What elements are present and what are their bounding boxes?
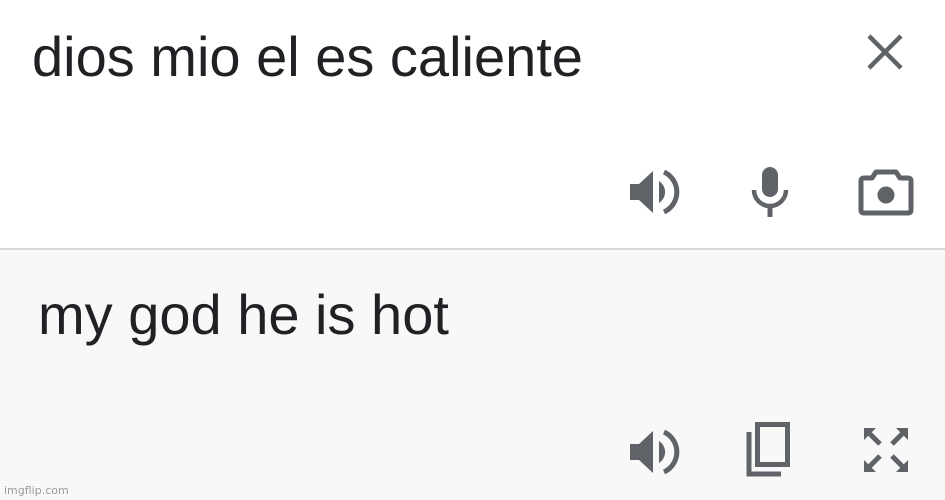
camera-button[interactable] xyxy=(856,162,916,222)
watermark-text: imgflip.com xyxy=(4,484,69,497)
copy-button[interactable] xyxy=(739,420,799,480)
close-icon xyxy=(867,34,903,70)
speaker-icon xyxy=(630,169,680,215)
clear-button[interactable] xyxy=(855,22,915,82)
fullscreen-icon xyxy=(864,428,908,472)
source-text-input[interactable]: dios mio el es caliente xyxy=(32,22,583,92)
camera-icon xyxy=(858,169,914,216)
copy-icon xyxy=(746,422,790,477)
microphone-icon xyxy=(751,167,789,217)
translation-panel: my god he is hot xyxy=(0,250,945,500)
voice-input-button[interactable] xyxy=(740,162,800,222)
source-panel: dios mio el es caliente xyxy=(0,0,945,248)
translation-listen-button[interactable] xyxy=(624,422,684,482)
speaker-icon xyxy=(630,429,680,475)
fullscreen-button[interactable] xyxy=(856,420,916,480)
source-listen-button[interactable] xyxy=(624,162,684,222)
translation-text: my god he is hot xyxy=(38,283,449,346)
